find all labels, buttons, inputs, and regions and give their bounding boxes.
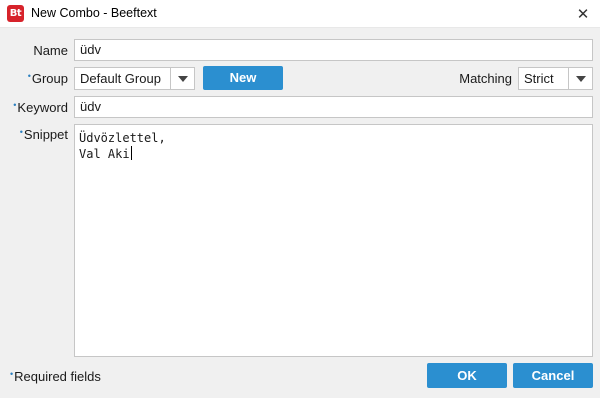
keyword-label: •Keyword [4, 100, 68, 115]
name-input[interactable]: üdv [74, 39, 593, 61]
snippet-line: Val Aki [79, 147, 130, 161]
text-caret [130, 146, 132, 160]
required-marker: • [19, 127, 23, 137]
group-dropdown[interactable]: Default Group [74, 67, 195, 90]
group-label-text: Group [31, 71, 68, 86]
chevron-down-icon [576, 76, 586, 82]
required-fields-text: Required fields [14, 369, 101, 384]
keyword-input[interactable]: üdv [74, 96, 593, 118]
group-label: •Group [10, 71, 68, 86]
required-fields-note: •Required fields [10, 369, 101, 384]
group-dropdown-button[interactable] [170, 68, 194, 89]
required-marker: • [10, 369, 14, 379]
window-title: New Combo - Beeftext [31, 6, 157, 20]
matching-dropdown[interactable]: Strict [518, 67, 593, 90]
matching-dropdown-button[interactable] [568, 68, 592, 89]
group-dropdown-value: Default Group [80, 71, 161, 86]
beeftext-app-icon: Bt [7, 5, 24, 22]
snippet-line: Üdvözlettel, [79, 131, 166, 145]
chevron-down-icon [178, 76, 188, 82]
snippet-line-with-caret: Val Aki [79, 146, 588, 162]
required-marker: • [27, 71, 31, 81]
close-icon[interactable]: ✕ [566, 0, 600, 28]
snippet-label-text: Snippet [23, 127, 68, 142]
snippet-textarea[interactable]: Üdvözlettel, Val Aki [74, 124, 593, 357]
title-bar: Bt New Combo - Beeftext ✕ [0, 0, 600, 28]
matching-dropdown-value: Strict [524, 71, 554, 86]
new-group-button[interactable]: New [203, 66, 283, 90]
ok-button[interactable]: OK [427, 363, 507, 388]
name-label: Name [20, 43, 68, 58]
name-label-text: Name [33, 43, 68, 58]
matching-label: Matching [459, 71, 512, 86]
keyword-label-text: Keyword [17, 100, 68, 115]
required-marker: • [13, 100, 17, 110]
cancel-button[interactable]: Cancel [513, 363, 593, 388]
snippet-label: •Snippet [10, 127, 68, 142]
